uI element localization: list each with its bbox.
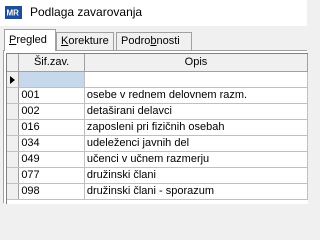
grid-header-row: Šif.zav. Opis [7, 54, 308, 72]
row-indicator-header [7, 54, 20, 72]
row-indicator [7, 119, 20, 136]
table-row[interactable]: 002 detaširani delavci [7, 103, 308, 120]
cell-description[interactable]: udeleženci javnih del [84, 135, 308, 152]
cell-description[interactable]: družinski člani - sporazum [84, 183, 308, 200]
row-indicator [7, 103, 20, 120]
row-indicator [7, 87, 20, 104]
cell-description[interactable]: učenci v učnem razmerju [84, 151, 308, 168]
cell-code[interactable] [18, 71, 85, 88]
current-row-arrow-icon [10, 75, 15, 84]
table-row[interactable] [7, 71, 308, 88]
row-indicator [7, 135, 20, 152]
cell-description[interactable]: osebe v rednem delovnem razm. [84, 87, 308, 104]
row-indicator [7, 183, 20, 200]
tab-korekture[interactable]: Korekture [56, 32, 114, 50]
tab-strip: Pregled Korekture Podrobnosti [0, 29, 307, 51]
tab-pregled[interactable]: Pregled [4, 29, 56, 51]
row-indicator [7, 151, 20, 168]
table-row[interactable]: 034 udeleženci javnih del [7, 135, 308, 152]
cell-code[interactable]: 034 [18, 135, 85, 152]
svg-text:MR: MR [7, 9, 20, 18]
table-row[interactable]: 098 družinski člani - sporazum [7, 183, 308, 200]
cell-description[interactable] [84, 71, 308, 88]
title-bar: MR Podlaga zavarovanja [0, 0, 307, 26]
cell-description[interactable]: družinski člani [84, 167, 308, 184]
column-header-code[interactable]: Šif.zav. [18, 54, 85, 72]
column-header-description[interactable]: Opis [84, 54, 308, 72]
cell-code[interactable]: 016 [18, 119, 85, 136]
row-indicator [7, 71, 20, 88]
cell-code[interactable]: 002 [18, 103, 85, 120]
table-row[interactable]: 001 osebe v rednem delovnem razm. [7, 87, 308, 104]
table-row[interactable]: 077 družinski člani [7, 167, 308, 184]
app-logo-icon: MR [5, 6, 22, 19]
data-grid[interactable]: Šif.zav. Opis 001 osebe v rednem delovne… [6, 53, 308, 204]
cell-code[interactable]: 049 [18, 151, 85, 168]
cell-description[interactable]: zaposleni pri fizičnih osebah [84, 119, 308, 136]
cell-description[interactable]: detaširani delavci [84, 103, 308, 120]
cell-code[interactable]: 098 [18, 183, 85, 200]
tab-panel: Šif.zav. Opis 001 osebe v rednem delovne… [3, 50, 308, 204]
cell-code[interactable]: 001 [18, 87, 85, 104]
row-indicator [7, 167, 20, 184]
cell-code[interactable]: 077 [18, 167, 85, 184]
table-row[interactable]: 049 učenci v učnem razmerju [7, 151, 308, 168]
tab-podrobnosti[interactable]: Podrobnosti [116, 32, 192, 50]
table-row[interactable]: 016 zaposleni pri fizičnih osebah [7, 119, 308, 136]
window-title: Podlaga zavarovanja [30, 5, 143, 19]
